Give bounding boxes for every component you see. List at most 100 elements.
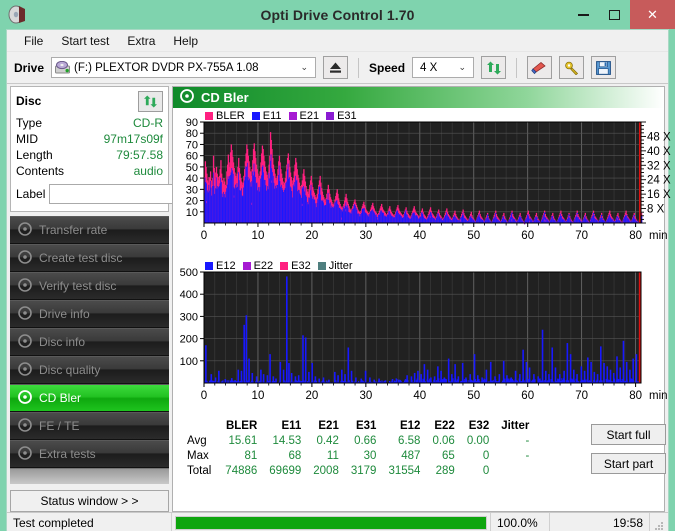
svg-text:80: 80 (629, 230, 642, 242)
svg-text:min: min (649, 390, 668, 402)
svg-text:10: 10 (252, 230, 265, 242)
client-area: File Start test Extra Help Drive (F:) PL… (6, 29, 671, 531)
speed-value: 4 X (420, 61, 438, 74)
status-bar: Test completed 100.0% 19:58 (7, 512, 668, 531)
refresh-button[interactable] (481, 56, 507, 79)
svg-text:50: 50 (467, 230, 480, 242)
title-bar: Opti Drive Control 1.70 ✕ (0, 0, 675, 29)
disc-label-row: Label (16, 182, 251, 205)
svg-text:min: min (649, 230, 668, 242)
disc-row-contents: Contents audio (16, 163, 163, 179)
menu-file[interactable]: File (15, 32, 52, 50)
svg-text:300: 300 (180, 311, 198, 323)
stats-cell: 6.58 (398, 434, 421, 447)
stats-grid: BLER E11 E21 E31 E12 E22 E32 Jitter Avg 15.61 14.5… (187, 420, 535, 478)
svg-text:30: 30 (359, 390, 372, 402)
disc-panel-title: Disc (16, 94, 42, 108)
disc-refresh-button[interactable] (138, 90, 163, 112)
chevron-down-icon: ⌄ (300, 62, 309, 72)
sidebar-item-cd-bler[interactable]: CD Bler (10, 384, 169, 412)
erase-button[interactable] (527, 56, 553, 79)
svg-text:0: 0 (201, 390, 207, 402)
svg-text:80: 80 (629, 390, 642, 402)
eraser-icon (531, 61, 546, 74)
stats-col-header: E31 (355, 420, 377, 432)
stats-cell: 0.42 (316, 434, 339, 447)
sidebar-label: Extra tests (39, 447, 96, 461)
stats-cell: 0.00 (466, 434, 490, 447)
svg-text:40: 40 (413, 230, 426, 242)
stats-cell: 2008 (313, 464, 339, 477)
main-row: Disc Type CD-R MID 97m17s09f Length 79:5… (7, 84, 671, 512)
disc-row-type: Type CD-R (16, 115, 163, 131)
stats-cell: 487 (401, 449, 421, 462)
save-button[interactable] (591, 56, 617, 79)
status-window-button[interactable]: Status window > > (10, 490, 169, 512)
sidebar-item-drive-info[interactable]: Drive info (10, 300, 169, 328)
start-part-button[interactable]: Start part (591, 453, 666, 474)
sidebar-label: Transfer rate (39, 223, 108, 237)
disc-quality-icon (18, 361, 32, 379)
svg-text:60: 60 (186, 151, 198, 163)
speed-select[interactable]: 4 X ⌄ (412, 57, 475, 78)
eject-button[interactable] (323, 56, 349, 79)
tools-button[interactable] (559, 56, 585, 79)
stats-col-header: Jitter (501, 420, 530, 432)
svg-text:20: 20 (186, 196, 198, 208)
stats-cell: 65 (442, 449, 455, 462)
stats-cell: 0 (482, 449, 490, 462)
nav-list: Transfer rate Create test disc Verify te… (10, 216, 169, 484)
disc-info-icon (18, 333, 32, 351)
stats-col-header: E21 (318, 420, 339, 432)
svg-text:32 X: 32 X (647, 160, 671, 172)
sidebar-item-extra-tests[interactable]: Extra tests (10, 440, 169, 468)
svg-text:200: 200 (180, 334, 198, 346)
sidebar-item-create-test-disc[interactable]: Create test disc (10, 244, 169, 272)
disc-key-mid: MID (16, 132, 38, 146)
drive-icon (55, 61, 71, 74)
content-panel: CD Bler BLER E11 E21 E31 10 20 30 40 50 … (172, 86, 671, 512)
svg-text:70: 70 (575, 390, 588, 402)
sidebar-item-disc-quality[interactable]: Disc quality (10, 356, 169, 384)
svg-text:40: 40 (413, 390, 426, 402)
menu-help[interactable]: Help (164, 32, 207, 50)
menu-extra[interactable]: Extra (118, 32, 164, 50)
resize-grip[interactable] (650, 513, 668, 531)
start-full-button[interactable]: Start full (591, 424, 666, 445)
sidebar-item-verify-test-disc[interactable]: Verify test disc (10, 272, 169, 300)
sidebar-item-disc-info[interactable]: Disc info (10, 328, 169, 356)
drive-select[interactable]: (F:) PLEXTOR DVDR PX-755A 1.08 ⌄ (51, 57, 317, 78)
disc-extra-icon (18, 445, 32, 463)
e12-chart: E12 E22 E32 Jitter 100 200 300 400 500 0… (173, 258, 668, 416)
disc-key-length: Length (16, 148, 53, 162)
disc-bler-icon (18, 389, 32, 407)
svg-text:24 X: 24 X (647, 175, 671, 187)
disc-create-icon (18, 249, 32, 267)
disc-verify-icon (18, 277, 32, 295)
sidebar-label: Drive info (39, 307, 90, 321)
stats-cell: 74886 (225, 464, 258, 477)
disc-bler-icon (180, 89, 194, 106)
nav-filler (10, 468, 169, 484)
svg-text:50: 50 (467, 390, 480, 402)
sidebar-item-fe-te[interactable]: FE / TE (10, 412, 169, 440)
stats-cell: 0 (482, 464, 490, 477)
svg-text:70: 70 (186, 139, 198, 151)
stats-cell: - (525, 434, 530, 447)
svg-text:30: 30 (359, 230, 372, 242)
svg-text:90: 90 (186, 117, 198, 129)
disc-row-length: Length 79:57.58 (16, 147, 163, 163)
sidebar-item-transfer-rate[interactable]: Transfer rate (10, 216, 169, 244)
grip-icon (655, 522, 663, 530)
tools-icon (564, 61, 578, 75)
drive-label: Drive (14, 60, 45, 75)
menu-start-test[interactable]: Start test (52, 32, 118, 50)
stats-cell: 69699 (269, 464, 302, 477)
stats-table: BLER E11 E21 E31 E12 E22 E32 Jitter Avg 15.61 14.5… (187, 420, 535, 478)
e12-chart-svg: 100 200 300 400 500 0 10 20 30 40 50 60 70 80 min (180, 267, 668, 402)
svg-text:50: 50 (186, 162, 198, 174)
stats-cell: 11 (326, 449, 339, 462)
stats-cell: 81 (244, 449, 258, 462)
stats-col-header: BLER (225, 420, 258, 432)
toolbar-separator (358, 57, 360, 78)
